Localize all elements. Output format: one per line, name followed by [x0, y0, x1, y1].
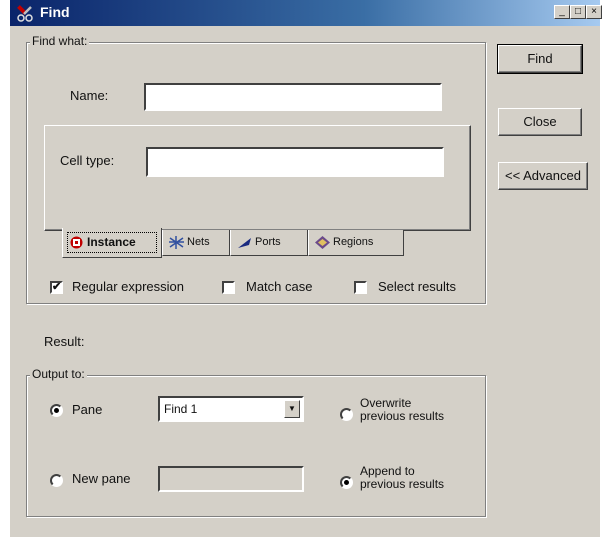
- name-label: Name:: [70, 88, 109, 103]
- new-pane-label: New pane: [72, 471, 131, 486]
- select-results-label: Select results: [378, 279, 457, 294]
- regex-label: Regular expression: [72, 279, 185, 294]
- overwrite-radio[interactable]: [340, 408, 353, 421]
- append-label: Append to previous results: [360, 465, 444, 491]
- overwrite-label: Overwrite previous results: [360, 397, 444, 423]
- pane-select[interactable]: Find 1 ▼: [158, 396, 304, 422]
- tab-nets[interactable]: Nets: [162, 230, 230, 256]
- celltype-label: Cell type:: [60, 153, 115, 168]
- app-icon: [17, 5, 33, 22]
- chevron-down-icon[interactable]: ▼: [284, 400, 300, 418]
- tab-ports[interactable]: Ports: [230, 230, 308, 256]
- ports-icon: [238, 238, 251, 248]
- match-case-checkbox[interactable]: [222, 281, 235, 294]
- append-line1: Append to: [360, 464, 415, 478]
- nets-icon: [169, 236, 184, 249]
- window-title: Find: [40, 4, 70, 20]
- radio-dot: [54, 408, 59, 413]
- find-button[interactable]: Find: [497, 44, 583, 74]
- tab-instance-label: Instance: [87, 235, 136, 249]
- select-results-checkbox[interactable]: [354, 281, 367, 294]
- tab-ports-label: Ports: [255, 236, 281, 248]
- find-dialog: Find _ □ × Find what: Name: Cell type: I…: [10, 0, 602, 537]
- maximize-button[interactable]: □: [570, 5, 586, 19]
- tab-instance[interactable]: Instance: [62, 228, 162, 258]
- close-window-button[interactable]: ×: [586, 5, 602, 19]
- match-case-label: Match case: [246, 279, 313, 294]
- append-radio[interactable]: [340, 476, 353, 489]
- overwrite-line1: Overwrite: [360, 396, 412, 410]
- regex-checkbox[interactable]: ✔: [50, 281, 63, 294]
- pane-select-value: Find 1: [164, 402, 198, 416]
- append-line2: previous results: [360, 477, 445, 491]
- regions-icon: [315, 236, 330, 249]
- tab-regions[interactable]: Regions: [308, 230, 404, 256]
- title-bar[interactable]: Find _ □ ×: [10, 0, 602, 26]
- close-button[interactable]: Close: [498, 108, 582, 136]
- overwrite-line2: previous results: [360, 409, 445, 423]
- pane-radio[interactable]: [50, 404, 63, 417]
- tab-panel: [44, 125, 471, 231]
- new-pane-input[interactable]: [158, 466, 304, 492]
- tab-nets-label: Nets: [187, 236, 210, 248]
- minimize-button[interactable]: _: [554, 5, 570, 19]
- tab-regions-label: Regions: [333, 236, 374, 248]
- instance-icon: [70, 236, 83, 249]
- advanced-button[interactable]: << Advanced: [498, 162, 588, 190]
- radio-dot: [344, 480, 349, 485]
- find-what-legend: Find what:: [30, 34, 90, 48]
- result-label: Result:: [44, 334, 85, 349]
- pane-label: Pane: [72, 402, 103, 417]
- name-input[interactable]: [144, 83, 442, 111]
- new-pane-radio[interactable]: [50, 474, 63, 487]
- celltype-input[interactable]: [146, 147, 444, 177]
- output-legend: Output to:: [30, 367, 87, 381]
